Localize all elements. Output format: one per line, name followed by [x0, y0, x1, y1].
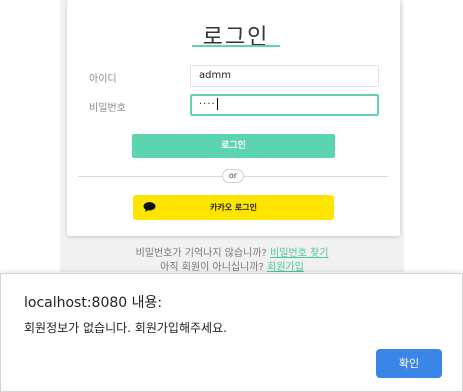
title-underline: [192, 45, 280, 47]
id-label: 아이디: [89, 74, 117, 85]
password-input[interactable]: ····: [190, 94, 379, 116]
alert-dialog: localhost:8080 내용: 회원정보가 없습니다. 회원가입해주세요.…: [0, 273, 463, 392]
password-input-value: ····: [199, 99, 216, 110]
login-button[interactable]: 로그인: [132, 134, 335, 158]
id-input[interactable]: admm: [190, 65, 379, 87]
speech-bubble-icon: [143, 202, 156, 212]
id-input-value: admm: [199, 70, 231, 81]
dialog-title: localhost:8080 내용:: [24, 295, 163, 311]
dialog-message: 회원정보가 없습니다. 회원가입해주세요.: [24, 321, 227, 335]
dialog-ok-button[interactable]: 확인: [376, 349, 442, 378]
text-caret: [216, 98, 218, 110]
or-badge: or: [222, 169, 244, 183]
signup-link[interactable]: 회원가입: [267, 262, 304, 273]
signup-text: 아직 회원이 아니십니까?: [160, 262, 264, 273]
forgot-password-line: 비밀번호가 기억나지 않습니까? 비밀번호 찾기: [60, 244, 404, 259]
signup-line: 아직 회원이 아니십니까? 회원가입: [60, 258, 404, 273]
kakao-login-button[interactable]: 카카오 로그인: [133, 195, 334, 220]
password-label: 비밀번호: [89, 103, 126, 114]
kakao-login-label: 카카오 로그인: [210, 203, 257, 212]
